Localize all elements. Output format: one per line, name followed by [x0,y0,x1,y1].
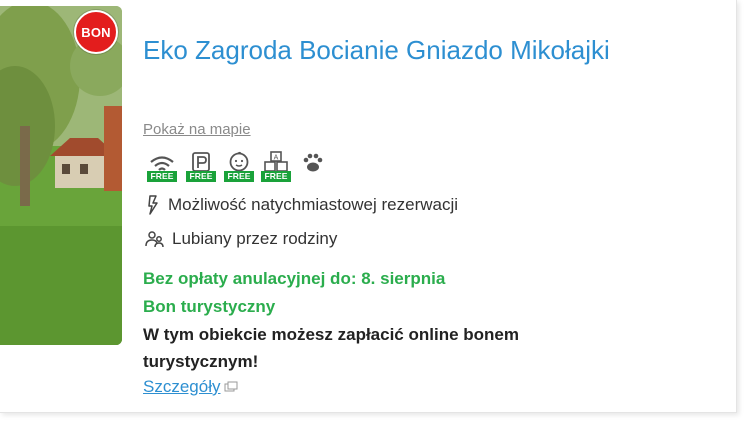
free-label: FREE [261,171,291,182]
amenity-pets [298,151,328,185]
feature-family-friendly: Lubiany przez rodziny [145,229,337,249]
parking-icon [192,152,210,172]
show-on-map-link[interactable]: Pokaż na mapie [143,121,251,138]
details-link[interactable]: Szczegóły [143,377,238,397]
listing-card[interactable]: BON Eko Zagroda Bocianie Gniazdo Mikołaj… [0,0,737,413]
free-cancellation: Bez opłaty anulacyjnej do: 8. sierpnia [143,269,446,288]
free-label: FREE [147,171,177,182]
baby-icon [229,151,249,172]
details-label: Szczegóły [143,377,221,396]
property-title[interactable]: Eko Zagroda Bocianie Gniazdo Mikołajki [143,30,683,71]
amenity-wifi: FREE [147,151,177,185]
toy-blocks-icon: A [264,151,288,172]
free-label: FREE [224,171,254,182]
amenity-parking: FREE [186,151,216,185]
voucher-description: W tym obiekcie możesz zapłacić online bo… [143,325,519,371]
paw-icon [303,153,323,172]
family-icon [145,231,164,248]
free-label: FREE [186,171,216,182]
feature-instant-booking: Możliwość natychmiastowej rezerwacji [145,195,458,215]
amenity-baby: FREE [224,151,254,185]
feature-text: Możliwość natychmiastowej rezerwacji [168,195,459,214]
bon-badge: BON [74,10,118,54]
property-photo[interactable] [0,6,122,345]
amenity-toys: A FREE [261,151,291,185]
svg-text:A: A [274,155,279,162]
feature-text: Lubiany przez rodziny [172,229,338,248]
lightning-icon [148,195,158,215]
external-link-icon [224,381,238,392]
wifi-icon [150,156,174,171]
voucher-title: Bon turystyczny [143,297,276,316]
